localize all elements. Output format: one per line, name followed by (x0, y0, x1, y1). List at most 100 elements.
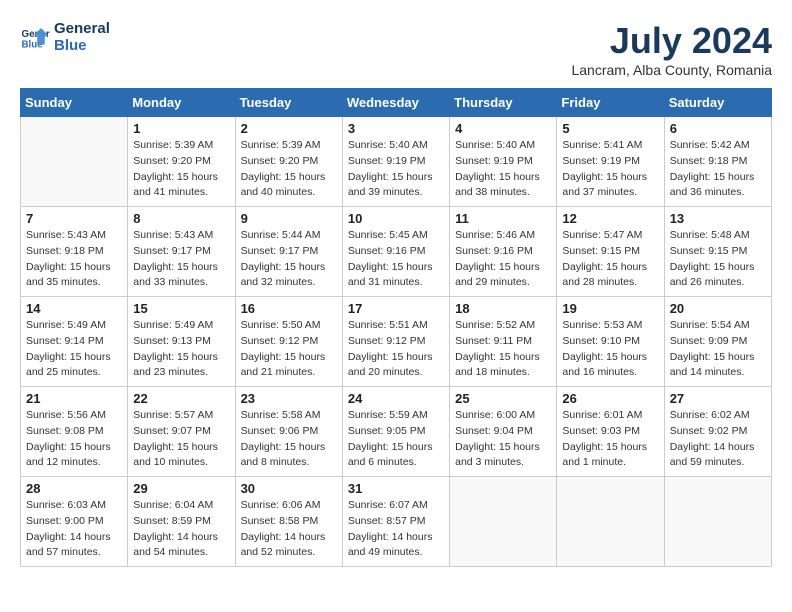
day-info: Sunrise: 5:47 AMSunset: 9:15 PMDaylight:… (562, 228, 658, 291)
calendar-cell: 13Sunrise: 5:48 AMSunset: 9:15 PMDayligh… (664, 207, 771, 297)
calendar-week-row: 7Sunrise: 5:43 AMSunset: 9:18 PMDaylight… (21, 207, 772, 297)
calendar-cell (450, 477, 557, 567)
day-number: 12 (562, 211, 658, 226)
day-info: Sunrise: 5:42 AMSunset: 9:18 PMDaylight:… (670, 138, 766, 201)
weekday-header: Saturday (664, 89, 771, 117)
calendar-cell: 14 Sunrise: 5:49 AMSunset: 9:14 PMDayligh… (21, 297, 128, 387)
day-number: 24 (348, 391, 444, 406)
calendar-cell (557, 477, 664, 567)
calendar-cell (664, 477, 771, 567)
calendar-body: 1Sunrise: 5:39 AMSunset: 9:20 PMDaylight… (21, 117, 772, 567)
day-number: 5 (562, 121, 658, 136)
calendar: SundayMondayTuesdayWednesdayThursdayFrid… (20, 88, 772, 567)
day-number: 18 (455, 301, 551, 316)
day-info: Sunrise: 6:01 AMSunset: 9:03 PMDaylight:… (562, 408, 658, 471)
calendar-cell: 7Sunrise: 5:43 AMSunset: 9:18 PMDaylight… (21, 207, 128, 297)
day-info: Sunrise: 5:44 AMSunset: 9:17 PMDaylight:… (241, 228, 337, 291)
weekday-header: Thursday (450, 89, 557, 117)
calendar-cell: 26 Sunrise: 6:01 AMSunset: 9:03 PMDayligh… (557, 387, 664, 477)
day-number: 2 (241, 121, 337, 136)
day-info: Sunrise: 5:46 AMSunset: 9:16 PMDaylight:… (455, 228, 551, 291)
day-info: Sunrise: 6:00 AMSunset: 9:04 PMDaylight:… (455, 408, 551, 471)
day-number: 26 (562, 391, 658, 406)
calendar-cell: 4 Sunrise: 5:40 AMSunset: 9:19 PMDaylight… (450, 117, 557, 207)
day-info: Sunrise: 5:52 AMSunset: 9:11 PMDaylight:… (455, 318, 551, 381)
day-number: 31 (348, 481, 444, 496)
day-number: 29 (133, 481, 229, 496)
day-number: 19 (562, 301, 658, 316)
day-info: Sunrise: 5:40 AMSunset: 9:19 PMDaylight:… (455, 138, 551, 201)
day-number: 3 (348, 121, 444, 136)
calendar-cell: 11 Sunrise: 5:46 AMSunset: 9:16 PMDayligh… (450, 207, 557, 297)
calendar-cell: 5 Sunrise: 5:41 AMSunset: 9:19 PMDaylight… (557, 117, 664, 207)
day-number: 22 (133, 391, 229, 406)
month-year: July 2024 (571, 20, 772, 62)
day-info: Sunrise: 6:06 AMSunset: 8:58 PMDaylight:… (241, 498, 337, 561)
weekday-header: Tuesday (235, 89, 342, 117)
day-number: 15 (133, 301, 229, 316)
day-number: 4 (455, 121, 551, 136)
day-info: Sunrise: 6:04 AMSunset: 8:59 PMDaylight:… (133, 498, 229, 561)
day-info: Sunrise: 5:41 AMSunset: 9:19 PMDaylight:… (562, 138, 658, 201)
day-number: 7 (26, 211, 122, 226)
day-info: Sunrise: 5:43 AMSunset: 9:17 PMDaylight:… (133, 228, 229, 291)
calendar-cell: 21 Sunrise: 5:56 AMSunset: 9:08 PMDayligh… (21, 387, 128, 477)
day-number: 1 (133, 121, 229, 136)
calendar-cell: 15 Sunrise: 5:49 AMSunset: 9:13 PMDayligh… (128, 297, 235, 387)
calendar-cell: 29 Sunrise: 6:04 AMSunset: 8:59 PMDayligh… (128, 477, 235, 567)
day-number: 28 (26, 481, 122, 496)
calendar-cell: 6 Sunrise: 5:42 AMSunset: 9:18 PMDaylight… (664, 117, 771, 207)
calendar-cell: 30 Sunrise: 6:06 AMSunset: 8:58 PMDayligh… (235, 477, 342, 567)
day-info: Sunrise: 5:53 AMSunset: 9:10 PMDaylight:… (562, 318, 658, 381)
calendar-cell: 3Sunrise: 5:40 AMSunset: 9:19 PMDaylight… (342, 117, 449, 207)
calendar-cell: 1Sunrise: 5:39 AMSunset: 9:20 PMDaylight… (128, 117, 235, 207)
calendar-week-row: 14 Sunrise: 5:49 AMSunset: 9:14 PMDayligh… (21, 297, 772, 387)
weekday-header: Sunday (21, 89, 128, 117)
page-header: General Blue General Blue July 2024 Lanc… (20, 20, 772, 78)
weekday-header: Monday (128, 89, 235, 117)
day-number: 20 (670, 301, 766, 316)
day-info: Sunrise: 5:57 AMSunset: 9:07 PMDaylight:… (133, 408, 229, 471)
day-number: 16 (241, 301, 337, 316)
day-info: Sunrise: 5:58 AMSunset: 9:06 PMDaylight:… (241, 408, 337, 471)
calendar-cell: 25 Sunrise: 6:00 AMSunset: 9:04 PMDayligh… (450, 387, 557, 477)
day-info: Sunrise: 5:50 AMSunset: 9:12 PMDaylight:… (241, 318, 337, 381)
weekday-header: Friday (557, 89, 664, 117)
day-number: 30 (241, 481, 337, 496)
day-number: 8 (133, 211, 229, 226)
day-info: Sunrise: 5:49 AMSunset: 9:14 PMDaylight:… (26, 318, 122, 381)
day-info: Sunrise: 5:48 AMSunset: 9:15 PMDaylight:… (670, 228, 766, 291)
calendar-header-row: SundayMondayTuesdayWednesdayThursdayFrid… (21, 89, 772, 117)
logo-icon: General Blue (20, 22, 50, 52)
weekday-header: Wednesday (342, 89, 449, 117)
calendar-cell: 20 Sunrise: 5:54 AMSunset: 9:09 PMDayligh… (664, 297, 771, 387)
calendar-week-row: 28 Sunrise: 6:03 AMSunset: 9:00 PMDayligh… (21, 477, 772, 567)
location: Lancram, Alba County, Romania (571, 62, 772, 78)
calendar-cell: 12 Sunrise: 5:47 AMSunset: 9:15 PMDayligh… (557, 207, 664, 297)
day-number: 14 (26, 301, 122, 316)
day-number: 25 (455, 391, 551, 406)
calendar-cell: 23 Sunrise: 5:58 AMSunset: 9:06 PMDayligh… (235, 387, 342, 477)
day-number: 9 (241, 211, 337, 226)
day-info: Sunrise: 6:03 AMSunset: 9:00 PMDaylight:… (26, 498, 122, 561)
day-info: Sunrise: 5:49 AMSunset: 9:13 PMDaylight:… (133, 318, 229, 381)
day-number: 10 (348, 211, 444, 226)
day-number: 23 (241, 391, 337, 406)
calendar-cell: 17Sunrise: 5:51 AMSunset: 9:12 PMDayligh… (342, 297, 449, 387)
day-info: Sunrise: 6:07 AMSunset: 8:57 PMDaylight:… (348, 498, 444, 561)
logo-text: General Blue (54, 20, 110, 54)
day-number: 21 (26, 391, 122, 406)
day-info: Sunrise: 5:54 AMSunset: 9:09 PMDaylight:… (670, 318, 766, 381)
day-number: 6 (670, 121, 766, 136)
calendar-cell: 24Sunrise: 5:59 AMSunset: 9:05 PMDayligh… (342, 387, 449, 477)
day-number: 11 (455, 211, 551, 226)
calendar-cell: 18 Sunrise: 5:52 AMSunset: 9:11 PMDayligh… (450, 297, 557, 387)
calendar-cell: 28 Sunrise: 6:03 AMSunset: 9:00 PMDayligh… (21, 477, 128, 567)
calendar-cell: 2Sunrise: 5:39 AMSunset: 9:20 PMDaylight… (235, 117, 342, 207)
calendar-cell: 31 Sunrise: 6:07 AMSunset: 8:57 PMDayligh… (342, 477, 449, 567)
calendar-week-row: 1Sunrise: 5:39 AMSunset: 9:20 PMDaylight… (21, 117, 772, 207)
calendar-cell: 10Sunrise: 5:45 AMSunset: 9:16 PMDayligh… (342, 207, 449, 297)
day-info: Sunrise: 6:02 AMSunset: 9:02 PMDaylight:… (670, 408, 766, 471)
day-info: Sunrise: 5:56 AMSunset: 9:08 PMDaylight:… (26, 408, 122, 471)
title-block: July 2024 Lancram, Alba County, Romania (571, 20, 772, 78)
